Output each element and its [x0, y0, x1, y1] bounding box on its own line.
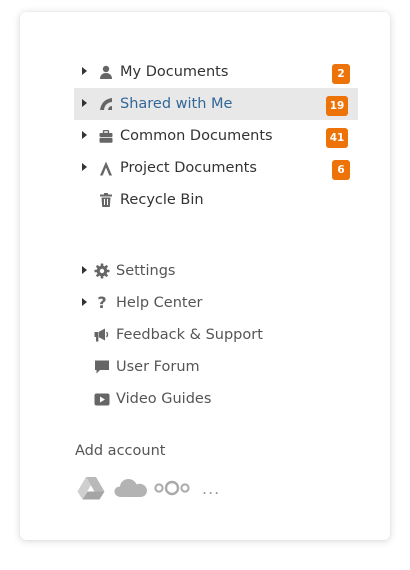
menu-item-label: Settings	[116, 263, 176, 279]
shared-icon	[98, 96, 114, 112]
google-drive-icon[interactable]	[77, 475, 105, 501]
cloud-icon[interactable]	[114, 477, 148, 499]
expand-caret-icon[interactable]	[82, 298, 87, 306]
menu-item-feedback-support[interactable]: Feedback & Support	[74, 319, 358, 351]
navigation-panel: My Documents 2 Shared with Me 19 Common …	[20, 12, 390, 540]
tree-item-label: Common Documents	[120, 128, 273, 144]
expand-caret-icon[interactable]	[82, 67, 87, 75]
menu-item-label: Help Center	[116, 295, 203, 311]
count-badge: 2	[332, 64, 350, 84]
more-services-button[interactable]: ...	[202, 479, 220, 498]
menu-item-user-forum[interactable]: User Forum	[74, 351, 358, 383]
project-icon	[98, 160, 114, 176]
menu-item-label: Video Guides	[116, 391, 212, 407]
briefcase-icon	[98, 128, 114, 144]
speech-bubble-icon	[94, 359, 110, 375]
count-badge: 19	[326, 96, 348, 116]
play-icon	[94, 391, 110, 407]
tree-item-my-documents[interactable]: My Documents 2	[74, 56, 358, 88]
tree-item-shared-with-me[interactable]: Shared with Me 19	[74, 88, 358, 120]
tree-item-common-documents[interactable]: Common Documents 41	[74, 120, 358, 152]
tree-item-label: Project Documents	[120, 160, 257, 176]
expand-caret-icon[interactable]	[82, 163, 87, 171]
trash-icon	[98, 192, 114, 208]
expand-caret-icon[interactable]	[82, 266, 87, 274]
tree-item-label: My Documents	[120, 64, 229, 80]
menu-item-settings[interactable]: Settings	[74, 255, 358, 287]
gear-icon	[94, 263, 110, 279]
expand-caret-icon[interactable]	[82, 99, 87, 107]
document-tree: My Documents 2 Shared with Me 19 Common …	[74, 56, 358, 216]
account-services: ...	[75, 475, 275, 503]
menu-item-help-center[interactable]: ? Help Center	[74, 287, 358, 319]
menu-item-label: User Forum	[116, 359, 200, 375]
count-badge: 6	[332, 160, 350, 180]
nextcloud-icon[interactable]	[154, 480, 190, 496]
tree-item-project-documents[interactable]: Project Documents 6	[74, 152, 358, 184]
tree-item-recycle-bin[interactable]: Recycle Bin	[74, 184, 358, 216]
person-icon	[98, 64, 114, 80]
menu-item-label: Feedback & Support	[116, 327, 263, 343]
question-icon: ?	[97, 293, 107, 312]
tree-item-label: Recycle Bin	[120, 192, 204, 208]
count-badge: 41	[326, 128, 348, 148]
expand-caret-icon[interactable]	[82, 131, 87, 139]
menu-item-video-guides[interactable]: Video Guides	[74, 383, 358, 415]
tree-item-label: Shared with Me	[120, 96, 233, 112]
megaphone-icon	[94, 327, 110, 343]
add-account-heading: Add account	[75, 443, 166, 459]
secondary-menu: Settings ? Help Center Feedback & Suppor…	[74, 255, 358, 415]
